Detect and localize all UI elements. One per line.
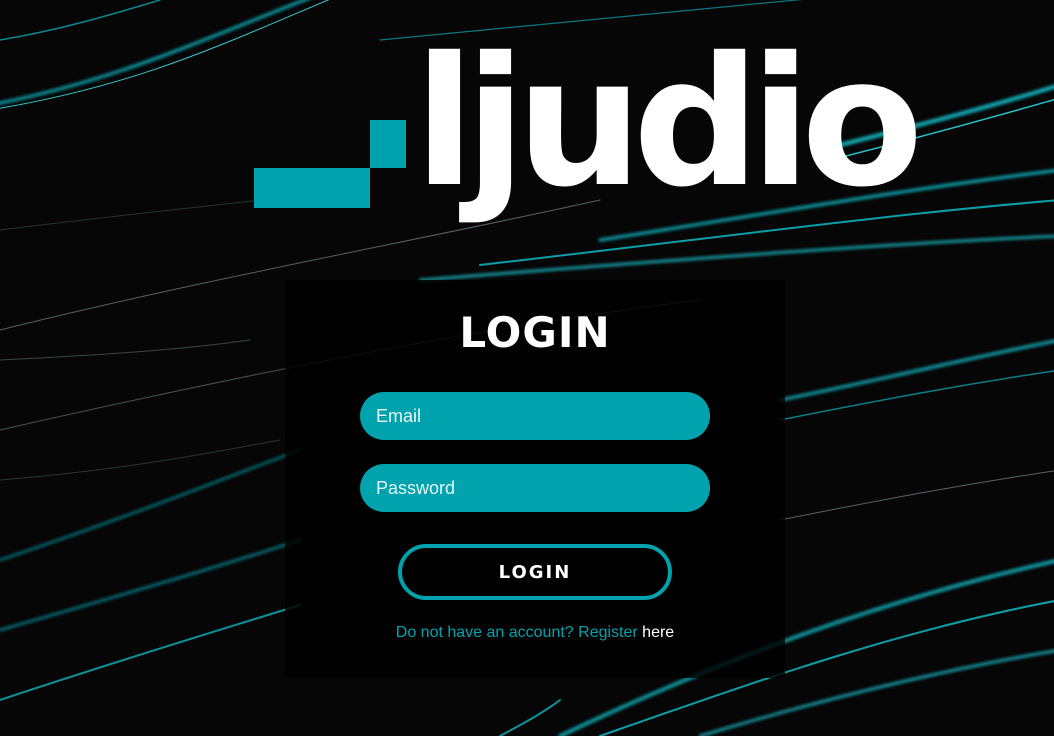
login-title: LOGIN	[459, 308, 611, 357]
password-field[interactable]	[360, 464, 710, 512]
email-field[interactable]	[360, 392, 710, 440]
register-link[interactable]: here	[642, 624, 674, 641]
corner-bracket-icon	[254, 120, 406, 208]
register-prompt-text: Do not have an account? Register	[395, 624, 638, 641]
register-prompt-line: Do not have an account? Register here	[285, 624, 785, 642]
login-panel: LOGIN LOGIN Do not have an account? Regi…	[285, 280, 785, 678]
ljudio-logo: ljudio	[254, 34, 923, 268]
login-page: ljudio LOGIN LOGIN Do not have an accoun…	[0, 0, 1054, 736]
logo-wordmark: ljudio	[414, 19, 923, 226]
login-button[interactable]: LOGIN	[398, 544, 672, 600]
